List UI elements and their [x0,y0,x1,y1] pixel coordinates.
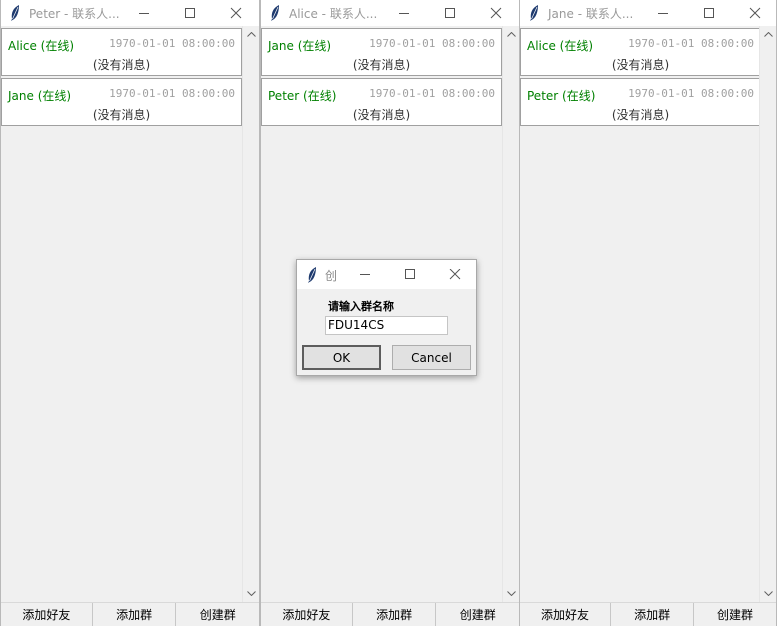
scroll-down-button[interactable] [243,585,259,602]
maximize-button[interactable] [387,260,432,289]
contact-last-message: (没有消息) [352,108,411,122]
maximize-button[interactable] [427,0,473,26]
window-titlebar[interactable]: Alice - 联系人... [261,0,519,26]
contact-card[interactable]: Peter (在线) 1970-01-01 08:00:00 (没有消息) [520,78,761,126]
contact-timestamp: 1970-01-01 08:00:00 [369,37,495,50]
contact-last-message: (没有消息) [92,108,151,122]
scroll-up-button[interactable] [243,26,259,43]
contact-list: Alice (在线) 1970-01-01 08:00:00 (没有消息) Pe… [520,26,762,602]
minimize-icon [360,274,370,275]
minimize-icon [139,13,149,14]
scroll-down-button[interactable] [503,585,519,602]
maximize-icon [445,8,455,18]
minimize-button[interactable] [381,0,427,26]
contact-name: Jane (在线) [8,89,72,103]
contact-card[interactable]: Alice (在线) 1970-01-01 08:00:00 (没有消息) [520,28,761,76]
contact-last-message: (没有消息) [611,108,670,122]
group-name-input[interactable]: FDU14CS [325,316,448,335]
contact-card[interactable]: Jane (在线) 1970-01-01 08:00:00 (没有消息) [1,78,242,126]
window-titlebar[interactable]: Peter - 联系人... [1,0,259,26]
action-bar: 添加好友 添加群 创建群 [520,602,776,626]
cancel-button[interactable]: Cancel [392,345,471,370]
scroll-up-button[interactable] [760,26,776,43]
add-friend-button[interactable]: 添加好友 [1,603,93,626]
action-bar: 添加好友 添加群 创建群 [1,602,259,626]
join-group-button[interactable]: 添加群 [93,603,177,626]
minimize-icon [658,13,668,14]
close-icon [749,7,761,19]
contact-name: Peter (在线) [527,89,596,103]
minimize-icon [399,13,409,14]
create-group-button[interactable]: 创建群 [176,603,259,626]
vertical-scrollbar[interactable] [502,26,519,602]
maximize-icon [704,8,714,18]
feather-icon [530,5,538,21]
close-icon [449,269,461,280]
contact-name: Jane (在线) [268,39,332,53]
maximize-button[interactable] [167,0,213,26]
scroll-down-button[interactable] [760,585,776,602]
close-button[interactable] [473,0,519,26]
close-button[interactable] [732,0,776,26]
contact-last-message: (没有消息) [92,58,151,72]
contact-name: Alice (在线) [8,39,75,53]
contacts-window-jane: Jane - 联系人... Alice (在线) 1970-01-01 08:0… [519,0,777,626]
contact-timestamp: 1970-01-01 08:00:00 [109,87,235,100]
arrow-up-icon [247,32,256,37]
contact-name: Alice (在线) [527,39,594,53]
contact-timestamp: 1970-01-01 08:00:00 [628,37,754,50]
contact-list: Alice (在线) 1970-01-01 08:00:00 (没有消息) Ja… [1,26,243,602]
create-group-dialog: 创 请输入群名称 FDU14CS OK Cancel [296,259,477,376]
add-friend-button[interactable]: 添加好友 [520,603,612,626]
action-bar: 添加好友 添加群 创建群 [261,602,519,626]
maximize-icon [405,269,415,279]
create-group-button[interactable]: 创建群 [694,603,776,626]
window-title: Peter - 联系人... [29,7,120,21]
window-title: Jane - 联系人... [548,7,634,21]
vertical-scrollbar[interactable] [759,26,776,602]
arrow-down-icon [507,591,516,596]
ok-button[interactable]: OK [302,345,381,370]
maximize-button[interactable] [686,0,732,26]
feather-icon [271,5,279,21]
contacts-window-peter: Peter - 联系人... Alice (在线) 1970-01-01 08:… [0,0,260,626]
close-button[interactable] [213,0,259,26]
contact-last-message: (没有消息) [352,58,411,72]
contact-card[interactable]: Peter (在线) 1970-01-01 08:00:00 (没有消息) [261,78,502,126]
close-icon [230,7,242,19]
arrow-down-icon [247,591,256,596]
contact-name: Peter (在线) [268,89,337,103]
maximize-icon [185,8,195,18]
arrow-down-icon [764,591,773,596]
create-group-button[interactable]: 创建群 [436,603,519,626]
contact-card[interactable]: Jane (在线) 1970-01-01 08:00:00 (没有消息) [261,28,502,76]
join-group-button[interactable]: 添加群 [611,603,695,626]
close-button[interactable] [432,260,477,289]
contact-card[interactable]: Alice (在线) 1970-01-01 08:00:00 (没有消息) [1,28,242,76]
add-friend-button[interactable]: 添加好友 [261,603,353,626]
minimize-button[interactable] [121,0,167,26]
window-title: Alice - 联系人... [289,7,378,21]
feather-icon [308,267,316,283]
arrow-up-icon [764,32,773,37]
feather-icon [11,5,19,21]
window-titlebar[interactable]: Jane - 联系人... [520,0,776,26]
scroll-up-button[interactable] [503,26,519,43]
vertical-scrollbar[interactable] [242,26,259,602]
arrow-up-icon [507,32,516,37]
close-icon [490,7,502,19]
dialog-titlebar[interactable]: 创 [297,260,476,289]
contact-last-message: (没有消息) [611,58,670,72]
contact-timestamp: 1970-01-01 08:00:00 [369,87,495,100]
minimize-button[interactable] [640,0,686,26]
contact-timestamp: 1970-01-01 08:00:00 [628,87,754,100]
group-name-prompt: 请输入群名称 [328,300,394,313]
dialog-title: 创 [325,269,338,283]
join-group-button[interactable]: 添加群 [353,603,437,626]
minimize-button[interactable] [342,260,387,289]
contact-timestamp: 1970-01-01 08:00:00 [109,37,235,50]
